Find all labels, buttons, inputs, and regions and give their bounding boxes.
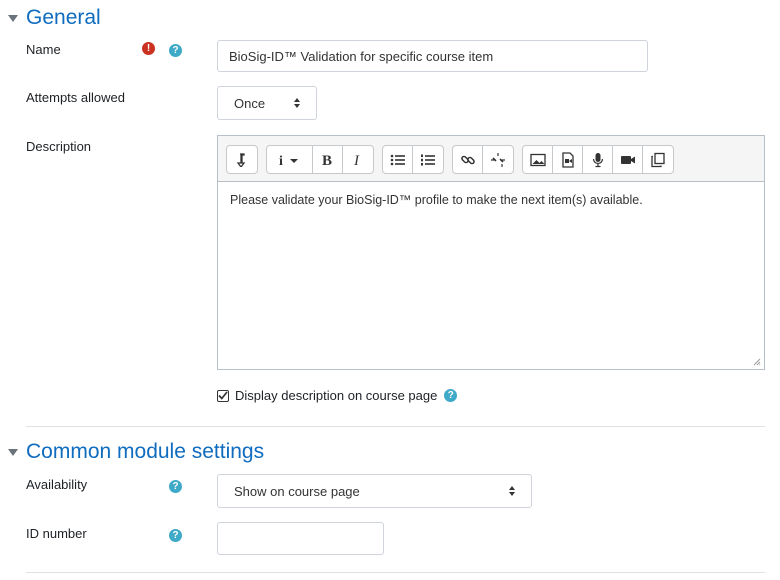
video-camera-icon bbox=[620, 155, 635, 164]
unordered-list-button[interactable] bbox=[383, 146, 413, 173]
availability-select[interactable]: Show on course page bbox=[217, 474, 532, 508]
toolbar-group-format: i B I bbox=[266, 145, 374, 174]
unlink-icon bbox=[491, 152, 505, 167]
availability-label: Availability bbox=[26, 477, 88, 492]
bold-button[interactable]: B bbox=[313, 146, 343, 173]
record-video-button[interactable] bbox=[613, 146, 643, 173]
italic-button[interactable]: I bbox=[343, 146, 373, 173]
common-section-header[interactable]: Common module settings bbox=[8, 440, 264, 464]
id-number-input[interactable] bbox=[217, 522, 384, 555]
attempts-select[interactable]: Once bbox=[217, 86, 317, 120]
record-audio-button[interactable] bbox=[583, 146, 613, 173]
display-description-option[interactable]: Display description on course page ? bbox=[217, 388, 458, 403]
manage-files-button[interactable] bbox=[643, 146, 673, 173]
name-input[interactable]: BioSig-ID™ Validation for specific cours… bbox=[217, 40, 648, 72]
section-divider bbox=[26, 426, 765, 427]
display-description-checkbox[interactable] bbox=[217, 389, 229, 402]
info-dropdown-icon: i bbox=[279, 154, 298, 167]
general-section-title[interactable]: General bbox=[26, 6, 101, 30]
editor-toolbar: i B I bbox=[226, 145, 674, 174]
display-description-label[interactable]: Display description on course page bbox=[235, 388, 437, 403]
ordered-list-icon bbox=[421, 154, 435, 165]
manage-files-icon bbox=[651, 152, 665, 167]
help-icon[interactable]: ? bbox=[169, 529, 182, 542]
image-icon bbox=[529, 153, 546, 166]
ordered-list-button[interactable] bbox=[413, 146, 443, 173]
insert-media-button[interactable] bbox=[553, 146, 583, 173]
link-button[interactable] bbox=[453, 146, 483, 173]
select-arrows-icon bbox=[509, 486, 515, 496]
common-section-title[interactable]: Common module settings bbox=[26, 440, 264, 464]
general-section-header[interactable]: General bbox=[8, 6, 101, 30]
help-icon[interactable]: ? bbox=[169, 480, 182, 493]
unordered-list-icon bbox=[390, 154, 405, 165]
svg-text:i: i bbox=[279, 154, 283, 167]
toolbar-group-links bbox=[452, 145, 514, 174]
checkmark-icon bbox=[218, 391, 228, 400]
link-icon bbox=[460, 155, 475, 164]
name-label: Name bbox=[26, 42, 61, 57]
unlink-button[interactable] bbox=[483, 146, 513, 173]
bold-icon: B bbox=[322, 153, 332, 168]
resize-handle-icon[interactable] bbox=[753, 358, 761, 366]
attempts-select-value: Once bbox=[234, 95, 266, 111]
attempts-label: Attempts allowed bbox=[26, 90, 125, 105]
help-icon[interactable]: ? bbox=[444, 389, 458, 402]
description-text: Please validate your BioSig-ID™ profile … bbox=[230, 193, 643, 207]
id-number-label: ID number bbox=[26, 526, 87, 541]
toolbar-group-toggle bbox=[226, 145, 258, 174]
insert-image-button[interactable] bbox=[523, 146, 553, 173]
collapse-caret-icon[interactable] bbox=[8, 448, 18, 456]
svg-text:I: I bbox=[353, 153, 360, 168]
required-icon: ! bbox=[142, 42, 155, 55]
toolbar-group-lists bbox=[382, 145, 444, 174]
media-file-icon bbox=[561, 151, 574, 168]
paragraph-styles-button[interactable]: i bbox=[267, 146, 313, 173]
collapse-caret-icon[interactable] bbox=[8, 14, 18, 22]
availability-select-value: Show on course page bbox=[234, 483, 360, 499]
italic-icon: I bbox=[353, 153, 360, 168]
svg-text:B: B bbox=[322, 153, 332, 168]
section-divider-bottom bbox=[26, 572, 765, 573]
description-text-area[interactable]: Please validate your BioSig-ID™ profile … bbox=[218, 181, 764, 369]
toolbar-toggle-button[interactable] bbox=[227, 146, 257, 173]
expand-toolbar-icon bbox=[236, 152, 246, 167]
select-arrows-icon bbox=[294, 98, 300, 108]
microphone-icon bbox=[592, 152, 603, 167]
description-label: Description bbox=[26, 139, 92, 154]
help-icon[interactable]: ? bbox=[169, 44, 182, 57]
toolbar-group-media bbox=[522, 145, 674, 174]
description-editor: i B I Please validate your BioSig-ID™ pr… bbox=[217, 135, 765, 370]
